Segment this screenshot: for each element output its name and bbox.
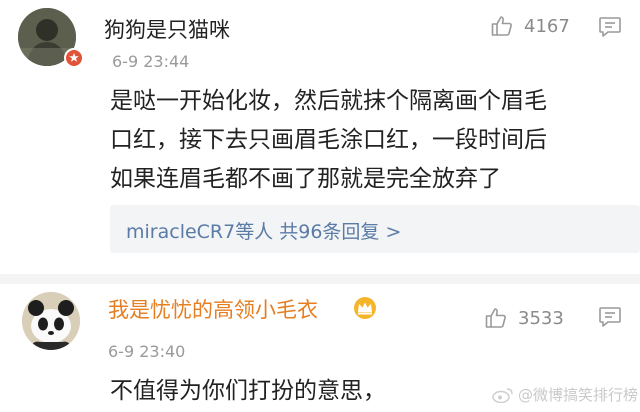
reply-summary-link[interactable]: miracleCR7等人 共96条回复 >	[126, 217, 401, 244]
comment-username[interactable]: 我是忧忧的高领小毛衣	[108, 294, 318, 324]
verified-badge-icon	[64, 48, 84, 68]
comment-text-line: 是哒一开始化妆，然后就抹个隔离画个眉毛	[110, 88, 547, 114]
watermark: @微博搞笑排行榜	[492, 384, 638, 405]
comment-time: 6-9 23:44	[112, 52, 190, 71]
comment-divider	[0, 274, 640, 284]
like-button[interactable]: 4167	[490, 14, 570, 38]
comment-time: 6-9 23:40	[108, 342, 186, 361]
reply-summary-box[interactable]: miracleCR7等人 共96条回复 >	[110, 205, 640, 253]
thumbs-up-icon	[491, 16, 512, 36]
comment-icon[interactable]	[598, 16, 622, 42]
like-count: 4167	[524, 15, 570, 37]
weibo-logo-icon	[492, 387, 513, 403]
comment-text-line: 口红，接下去只画眉毛涂口红，一段时间后	[110, 127, 547, 153]
avatar[interactable]	[22, 292, 80, 350]
comment-icon[interactable]	[598, 306, 622, 332]
comment-text: 是哒一开始化妆，然后就抹个隔离画个眉毛 口红，接下去只画眉毛涂口红，一段时间后 …	[110, 82, 630, 199]
like-button[interactable]: 3533	[484, 306, 564, 330]
watermark-text: @微博搞笑排行榜	[518, 386, 639, 404]
vip-crown-icon	[352, 296, 378, 320]
comment-text-line: 如果连眉毛都不画了那就是完全放弃了	[110, 166, 501, 192]
thumbs-up-icon	[485, 308, 506, 328]
comment-card: 狗狗是只猫咪 6-9 23:44 4167 是哒一开始化妆，然后就抹个隔离画个眉…	[0, 0, 640, 272]
like-count: 3533	[518, 307, 564, 329]
comment-username[interactable]: 狗狗是只猫咪	[104, 14, 230, 44]
